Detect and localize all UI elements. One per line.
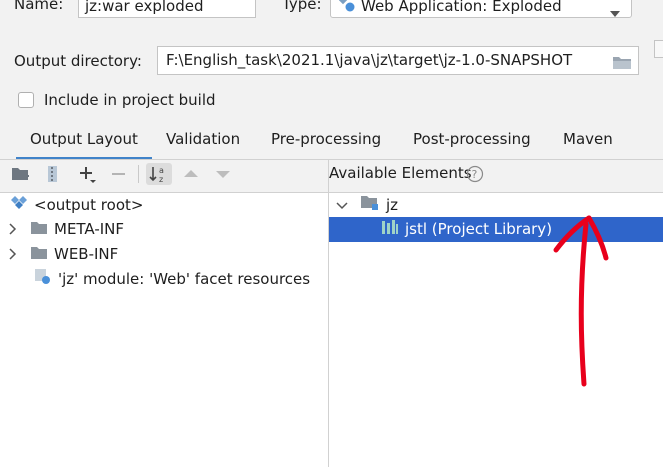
available-item-jstl[interactable]: jstl (Project Library) — [381, 217, 552, 241]
tree-item-output-root[interactable]: <output root> — [10, 193, 143, 217]
tab-post-processing[interactable]: Post-processing — [413, 128, 531, 160]
available-item-jz[interactable]: jz — [336, 193, 398, 217]
svg-text:?: ? — [472, 168, 478, 181]
svg-text:a: a — [159, 166, 164, 175]
tree-item-label: META-INF — [54, 220, 125, 238]
tab-validation[interactable]: Validation — [166, 128, 240, 160]
available-elements-title: Available Elements — [329, 164, 472, 182]
toolbar-separator — [138, 165, 139, 183]
side-handle — [654, 40, 663, 58]
pane-divider[interactable] — [328, 160, 329, 467]
web-app-icon — [338, 0, 355, 17]
chevron-down-icon[interactable] — [336, 194, 356, 218]
add-icon[interactable] — [76, 163, 98, 185]
type-label: Type: — [282, 0, 322, 13]
include-build-checkbox[interactable] — [18, 92, 34, 108]
type-select[interactable]: Web Application: Exploded — [330, 0, 632, 18]
library-icon — [381, 218, 399, 242]
tree-item-web-facet[interactable]: 'jz' module: 'Web' facet resources — [34, 267, 310, 291]
output-directory-label: Output directory: — [14, 52, 142, 70]
sort-alphabetically-icon[interactable]: a z — [146, 163, 172, 185]
tab-output-layout[interactable]: Output Layout — [16, 128, 152, 160]
remove-icon[interactable] — [108, 163, 130, 185]
web-facet-icon — [34, 267, 52, 292]
folder-icon — [30, 243, 48, 267]
tree-item-label: <output root> — [34, 196, 144, 214]
tree-item-meta-inf[interactable]: META-INF — [8, 217, 124, 241]
chevron-right-icon[interactable] — [8, 218, 24, 242]
new-directory-icon[interactable] — [10, 163, 32, 185]
output-directory-value: F:\English_task\2021.1\java\jz\target\jz… — [166, 51, 573, 69]
folder-icon — [30, 218, 48, 242]
move-down-icon[interactable] — [212, 163, 234, 185]
output-directory-input[interactable]: F:\English_task\2021.1\java\jz\target\jz… — [157, 46, 639, 75]
chevron-right-icon[interactable] — [8, 243, 24, 267]
browse-folder-icon[interactable] — [612, 52, 632, 74]
tree-item-label: 'jz' module: 'Web' facet resources — [58, 270, 311, 288]
annotation-arrow-icon — [553, 215, 609, 387]
include-build-label: Include in project build — [44, 91, 216, 109]
tree-item-label: jstl (Project Library) — [405, 220, 553, 238]
module-folder-icon — [360, 194, 380, 218]
name-label: Name: — [14, 0, 64, 13]
tabs-divider — [0, 159, 663, 160]
output-root-icon — [10, 194, 28, 218]
move-up-icon[interactable] — [180, 163, 202, 185]
tab-pre-processing[interactable]: Pre-processing — [271, 128, 381, 160]
create-archive-icon[interactable] — [42, 163, 64, 185]
tree-item-web-inf[interactable]: WEB-INF — [8, 242, 118, 266]
tab-maven[interactable]: Maven — [563, 128, 613, 160]
type-value: Web Application: Exploded — [361, 0, 562, 15]
name-input[interactable]: jz:war exploded — [78, 0, 256, 18]
dropdown-arrow-icon — [609, 2, 621, 17]
tree-item-label: jz — [386, 196, 399, 214]
svg-text:z: z — [159, 175, 163, 184]
help-icon[interactable]: ? — [466, 165, 484, 187]
tree-item-label: WEB-INF — [54, 245, 119, 263]
